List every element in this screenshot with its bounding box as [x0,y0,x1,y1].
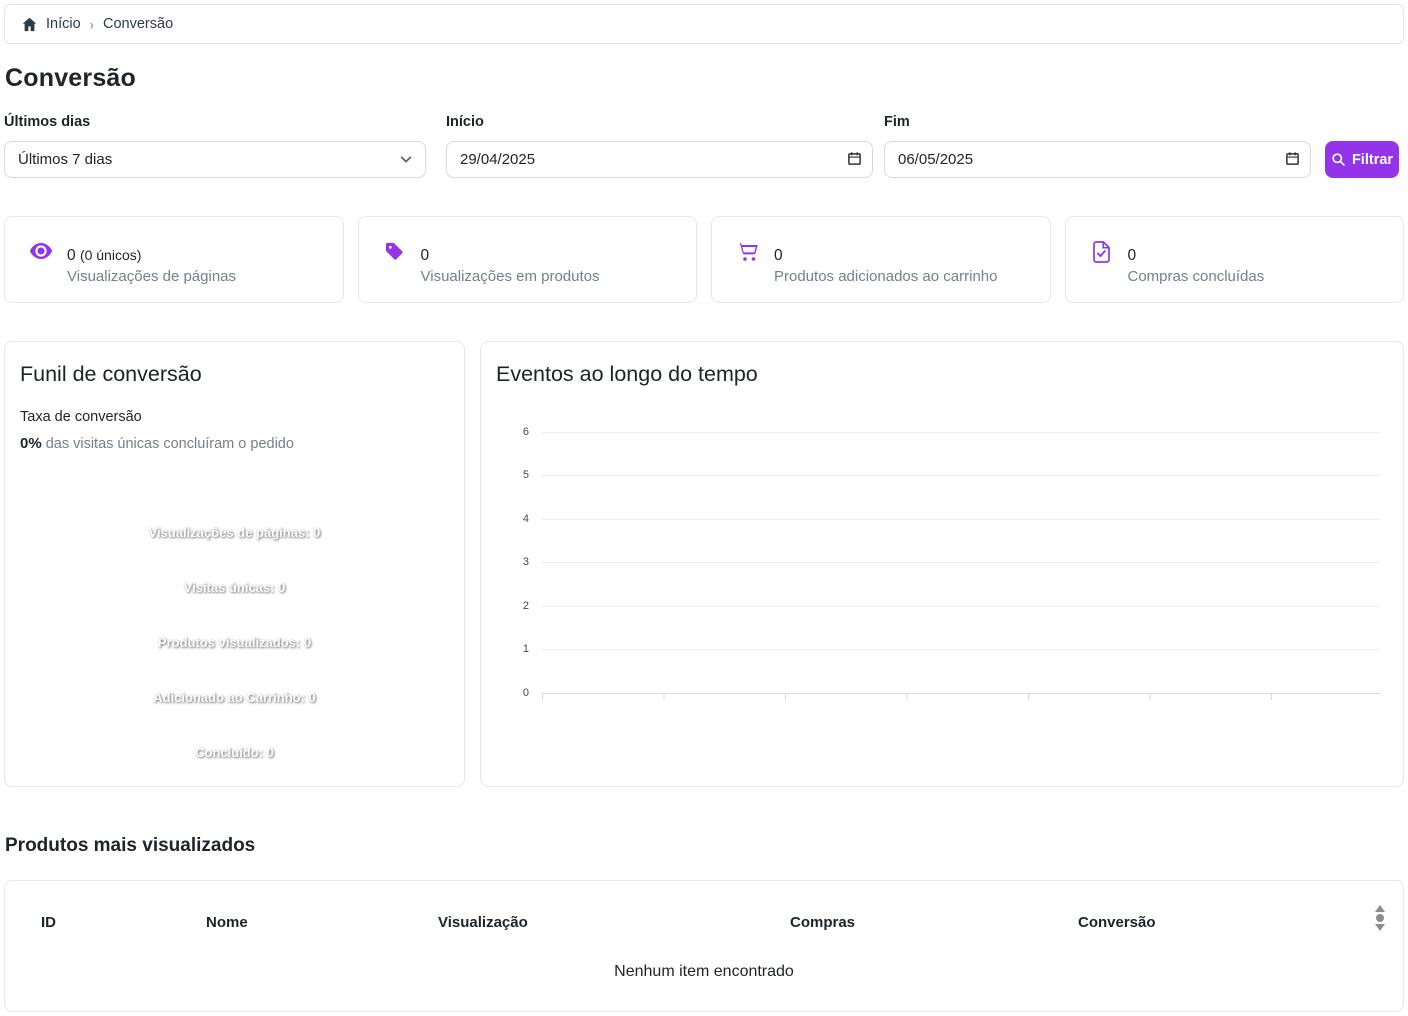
end-date-input[interactable] [884,141,1311,178]
table-title: Produtos mais visualizados [5,835,256,856]
stat-card-add-to-cart: 0 Produtos adicionados ao carrinho [711,216,1051,303]
stat-value: 0 [1127,246,1137,264]
search-icon [1331,152,1346,167]
funnel-stage: Concluído: 0 [195,745,274,760]
column-header-compras[interactable]: Compras [790,914,1078,931]
stat-label: Compras concluídas [1127,267,1265,285]
funnel-stage: Produtos visualizados: 0 [157,635,312,650]
doc-check-icon [1090,241,1114,263]
home-icon[interactable] [22,17,37,32]
conversion-rate-label: Taxa de conversão [20,409,142,425]
stat-cards: 0 (0 únicos) Visualizações de páginas 0 … [4,216,1404,303]
stat-value: 0 [420,246,430,264]
panels-row: Funil de conversão Taxa de conversão 0% d… [4,341,1404,787]
stat-label: Visualizações em produtos [420,267,600,285]
start-date-input[interactable] [446,141,873,178]
conversion-rate-line: 0% das visitas únicas concluíram o pedido [20,435,294,452]
gridline: 5 [496,469,1380,481]
stat-label: Produtos adicionados ao carrinho [774,267,998,285]
gridline: 1 [496,643,1380,655]
gridline: 4 [496,513,1380,525]
conversion-rate-value: 0% [20,435,42,452]
filter-button[interactable]: Filtrar [1325,141,1399,178]
stat-card-purchases: 0 Compras concluídas [1064,216,1404,303]
x-axis-ticks [542,694,1380,700]
column-header-visualizacao[interactable]: Visualização [438,914,790,931]
gridline: 3 [496,556,1380,568]
funnel-stage: Adicionado ao Carrinho: 0 [153,690,316,705]
events-over-time-panel: Eventos ao longo do tempo 6 5 4 3 2 1 0 [480,341,1404,787]
end-date-label: Fim [884,114,910,130]
funnel-title: Funil de conversão [20,362,202,386]
funnel-stage: Visualizações de páginas: 0 [148,525,321,540]
sort-up-icon[interactable] [1375,905,1385,912]
period-select[interactable]: Últimos 7 dias [4,141,426,178]
column-header-conversao[interactable]: Conversão [1078,914,1403,931]
page-title: Conversão [5,64,137,92]
column-header-id[interactable]: ID [41,914,206,931]
table-empty-state: Nenhum item encontrado [614,963,794,980]
tag-icon [383,241,407,262]
breadcrumb-current: Conversão [103,16,174,32]
stat-value: 0 [774,246,783,264]
stat-value: 0 (0 únicos) [67,246,142,264]
table-sort-control[interactable] [1375,905,1385,931]
stat-label: Visualizações de páginas [67,267,237,285]
scroll-dot-icon[interactable] [1376,914,1384,922]
stat-card-product-views: 0 Visualizações em produtos [357,216,697,303]
sort-down-icon[interactable] [1375,924,1385,931]
column-header-nome[interactable]: Nome [206,914,438,931]
eye-icon [29,241,53,261]
stat-card-page-views: 0 (0 únicos) Visualizações de páginas [4,216,344,303]
breadcrumb: Início › Conversão [4,4,1404,44]
filter-button-label: Filtrar [1351,151,1394,168]
breadcrumb-home-link[interactable]: Início [46,16,81,32]
funnel-stage: Visitas únicas: 0 [183,580,286,595]
events-line-chart: 6 5 4 3 2 1 0 [496,426,1388,732]
cart-icon [736,241,760,262]
gridline: 6 [496,426,1380,438]
conversion-funnel-panel: Funil de conversão Taxa de conversão 0% d… [4,341,465,787]
most-viewed-products-table: ID Nome Visualização Compras Conversão N… [4,880,1404,1012]
chevron-right-icon: › [89,15,95,33]
start-date-label: Início [446,114,484,130]
events-chart-title: Eventos ao longo do tempo [496,362,758,386]
conversion-dashboard-page: Início › Conversão Conversão Últimos dia… [0,0,1408,1016]
table-header-row: ID Nome Visualização Compras Conversão [5,914,1403,931]
filter-bar: Últimos dias Últimos 7 dias Início Fim [4,114,1404,178]
gridline: 2 [496,600,1380,612]
period-label: Últimos dias [4,114,91,130]
funnel-stages: Visualizações de páginas: 0 Visitas únic… [20,505,449,780]
